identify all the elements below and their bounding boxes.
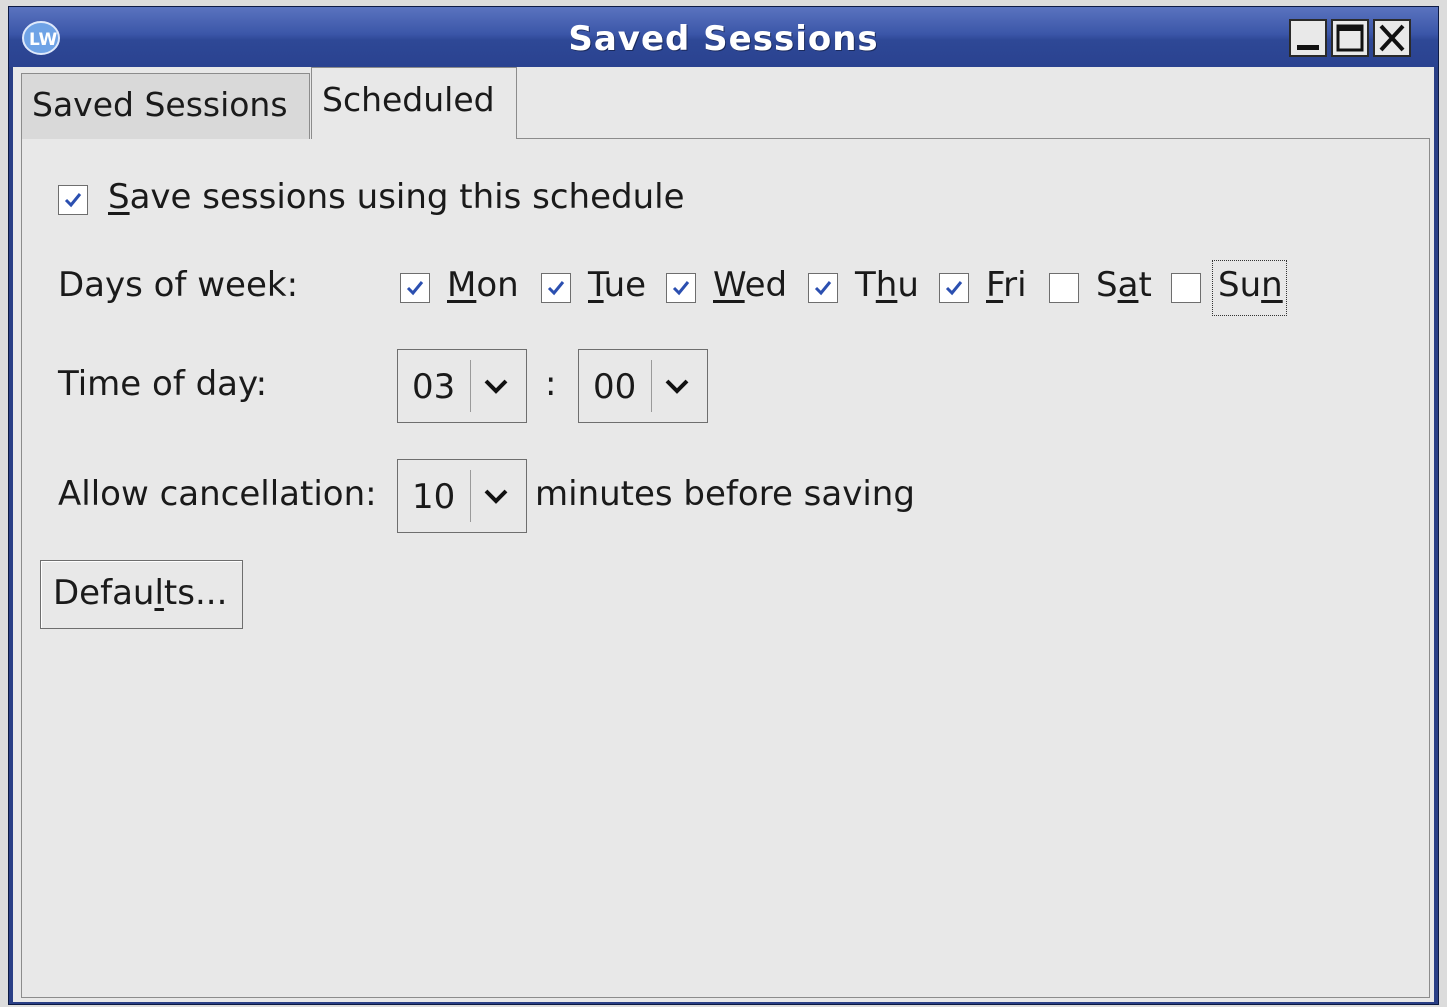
day-label-mon[interactable]: Mon xyxy=(447,265,519,305)
minute-select[interactable]: 00 xyxy=(578,349,708,423)
cancel-minutes-value: 10 xyxy=(412,477,456,517)
day-checkbox-sat[interactable] xyxy=(1049,273,1079,303)
day-checkbox-thu[interactable] xyxy=(808,273,838,303)
checkmark-icon xyxy=(814,281,832,296)
day-label-tue[interactable]: Tue xyxy=(588,265,646,305)
maximize-icon xyxy=(1336,24,1364,52)
enable-schedule-label[interactable]: Save sessions using this schedule xyxy=(108,177,685,217)
allow-cancellation-label: Allow cancellation: xyxy=(58,474,377,514)
day-checkbox-tue[interactable] xyxy=(541,273,571,303)
days-of-week-label: Days of week: xyxy=(58,265,299,305)
maximize-button[interactable] xyxy=(1331,19,1369,57)
cancellation-suffix-label: minutes before saving xyxy=(535,474,915,514)
tab-label: Scheduled xyxy=(322,80,495,119)
checkmark-icon xyxy=(672,281,690,296)
day-label-sun[interactable]: Sun xyxy=(1218,265,1283,305)
minute-value: 00 xyxy=(593,367,637,407)
day-label-thu[interactable]: Thu xyxy=(855,265,919,305)
checkmark-icon xyxy=(64,193,82,208)
defaults-button-label: Defaults... xyxy=(53,573,228,613)
saved-sessions-window: LW Saved Sessions Saved Sessions Schedul… xyxy=(8,6,1439,1005)
day-label-wed[interactable]: Wed xyxy=(713,265,787,305)
combo-divider xyxy=(470,360,471,412)
minimize-button[interactable] xyxy=(1289,19,1327,57)
day-checkbox-fri[interactable] xyxy=(939,273,969,303)
close-button[interactable] xyxy=(1373,19,1411,57)
checkmark-icon xyxy=(547,281,565,296)
tab-scheduled[interactable]: Scheduled xyxy=(311,67,517,139)
checkmark-icon xyxy=(406,281,424,296)
time-of-day-label: Time of day: xyxy=(58,364,268,404)
close-icon xyxy=(1379,24,1405,52)
day-checkbox-wed[interactable] xyxy=(666,273,696,303)
chevron-down-icon xyxy=(484,379,508,394)
combo-divider xyxy=(651,360,652,412)
dialog-body: Saved Sessions Scheduled Save sessions u… xyxy=(13,67,1434,1002)
tab-saved-sessions[interactable]: Saved Sessions xyxy=(21,73,310,139)
tab-bar: Saved Sessions Scheduled xyxy=(13,67,1434,141)
chevron-down-icon xyxy=(484,489,508,504)
hour-select[interactable]: 03 xyxy=(397,349,527,423)
day-label-fri[interactable]: Fri xyxy=(986,265,1027,305)
day-label-sat[interactable]: Sat xyxy=(1096,265,1152,305)
tab-divider xyxy=(21,73,22,139)
cancel-minutes-select[interactable]: 10 xyxy=(397,459,527,533)
checkmark-icon xyxy=(945,281,963,296)
time-separator: : xyxy=(545,364,557,404)
day-checkbox-mon[interactable] xyxy=(400,273,430,303)
defaults-button[interactable]: Defaults... xyxy=(40,560,243,629)
day-checkbox-sun[interactable] xyxy=(1171,273,1201,303)
hour-value: 03 xyxy=(412,367,456,407)
enable-schedule-checkbox[interactable] xyxy=(58,185,88,215)
title-bar[interactable]: LW Saved Sessions xyxy=(9,7,1438,67)
window-title: Saved Sessions xyxy=(568,19,879,59)
combo-divider xyxy=(470,470,471,522)
minimize-icon xyxy=(1297,45,1319,50)
tab-label: Saved Sessions xyxy=(32,85,288,124)
chevron-down-icon xyxy=(665,379,689,394)
